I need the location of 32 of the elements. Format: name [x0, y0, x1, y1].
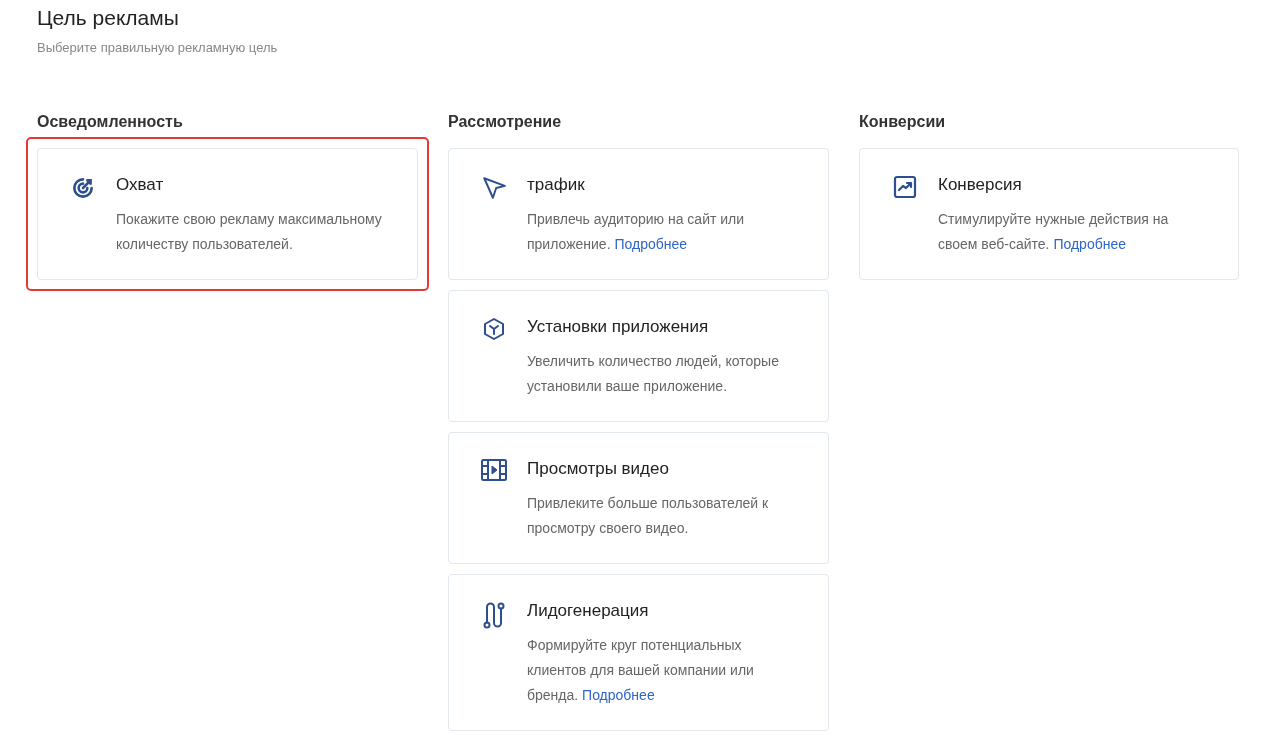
page-subtitle: Выберите правильную рекламную цель	[37, 40, 279, 55]
cube-icon	[482, 317, 506, 341]
more-link[interactable]: Подробнее	[1053, 236, 1126, 252]
objective-card[interactable]: Конверсия Стимулируйте нужные действия на своем веб-сайте. Подробнее	[859, 148, 1239, 280]
card-description: Привлеките больше пользователей к просмотру своего видео.	[527, 494, 770, 538]
card-description: Формируйте круг потенциальных клиентов для вашей компании или бренда. Подробнее	[527, 636, 755, 705]
card-title: Конверсия	[938, 174, 1023, 196]
film-icon	[481, 459, 507, 481]
more-link[interactable]: Подробнее	[614, 236, 688, 252]
more-link[interactable]: Подробнее	[582, 687, 655, 703]
card-title: Установки приложения	[527, 316, 710, 338]
chart-icon	[893, 175, 917, 199]
card-description: Стимулируйте нужные действия на своем веб-сайте. Подробнее	[938, 210, 1170, 254]
objective-card[interactable]: Охват Покажите свою рекламу максимальному количеству пользователей.	[37, 148, 418, 280]
objective-card[interactable]: Просмотры видео Привлеките больше пользователей к просмотру своего видео.	[448, 432, 829, 564]
cursor-icon	[481, 175, 507, 201]
column-heading: Конверсии	[859, 112, 947, 132]
card-title: Лидогенерация	[527, 600, 650, 622]
column-heading: Рассмотрение	[448, 112, 563, 132]
card-description: Увеличить количество людей, которые установили ваше приложение.	[527, 352, 780, 396]
card-title: Охват	[116, 174, 165, 196]
target-icon	[70, 175, 96, 201]
route-icon	[482, 601, 506, 629]
column-heading: Осведомленность	[37, 112, 184, 132]
objective-card[interactable]: Установки приложения Увеличить количество людей, которые установили ваше приложение.	[448, 290, 829, 422]
card-title: трафик	[527, 174, 586, 196]
page-title: Цель рекламы	[37, 5, 180, 31]
card-description: Покажите свою рекламу максимальному количеству пользователей.	[116, 210, 383, 254]
objective-card[interactable]: трафик Привлечь аудиторию на сайт или приложение. Подробнее	[448, 148, 829, 280]
card-description: Привлечь аудиторию на сайт или приложение. Подробнее	[527, 210, 746, 254]
objective-card[interactable]: Лидогенерация Формируйте круг потенциальных клиентов для вашей компании или бренда. Подробнее	[448, 574, 829, 731]
card-title: Просмотры видео	[527, 458, 670, 480]
